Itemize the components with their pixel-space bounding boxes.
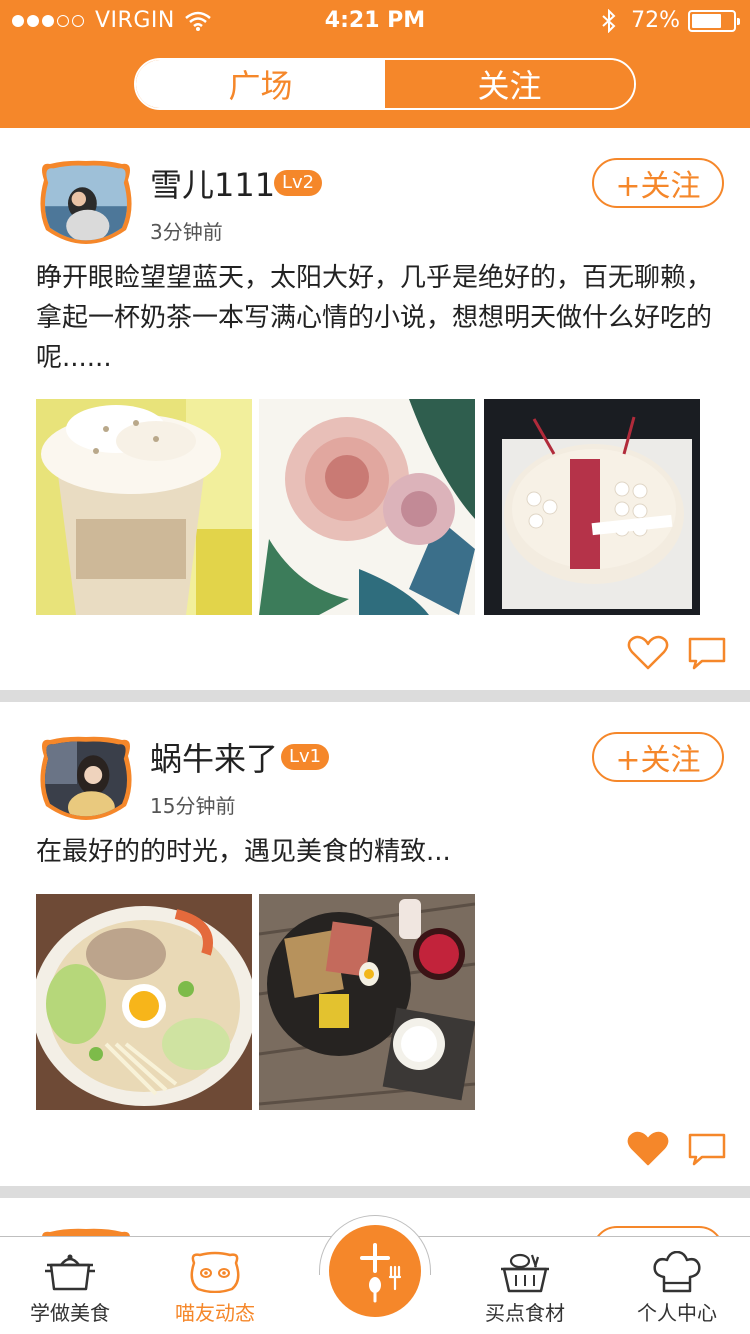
feed-segmented-control: 广场 关注 [134,58,636,110]
level-badge: Lv1 [281,744,330,770]
comment-icon[interactable] [688,1133,726,1167]
post-image[interactable] [36,894,252,1110]
tab-label: 学做美食 [30,1301,110,1325]
post-image[interactable] [36,399,252,615]
tab-label: 个人中心 [637,1301,717,1325]
breakfast-plate-photo [259,894,475,1110]
post-image[interactable] [484,399,700,615]
battery-fill [692,13,721,28]
berry-cake-photo [484,399,700,615]
tab-following[interactable]: 关注 [385,60,634,108]
post-image[interactable] [259,399,475,615]
pot-icon [45,1254,95,1291]
post-text: 睁开眼睑望望蓝天，太阳大好，几乎是绝好的，百无聊赖，拿起一杯奶茶一本写满心情的小… [36,263,713,373]
post-divider [0,690,750,702]
user-avatar[interactable] [36,734,136,820]
status-right: 72% [601,8,740,33]
like-icon-filled[interactable] [627,1131,669,1167]
watercolor-roses-photo [259,399,475,615]
tab-friends-feed[interactable]: 喵友动态 [145,1237,285,1334]
post-divider [0,1186,750,1198]
battery-tip [737,17,740,25]
chef-hat-icon [653,1251,701,1293]
iced-milk-tea-photo [36,399,252,615]
tab-learn-cooking[interactable]: 学做美食 [0,1237,140,1334]
battery-icon [688,9,740,32]
like-icon[interactable] [627,635,669,671]
spoon-fork-plus-icon [360,1243,402,1303]
tab-profile[interactable]: 个人中心 [607,1237,747,1334]
basket-icon [501,1253,549,1293]
comment-icon[interactable] [688,637,726,671]
bluetooth-icon [602,8,616,33]
noodle-soup-photo [36,894,252,1110]
battery-percent: 72% [631,8,680,33]
follow-button[interactable]: +关注 [592,158,724,208]
post-time: 15分钟前 [150,794,236,818]
level-badge: Lv2 [274,170,323,196]
feed-post: 蜗牛来了 Lv1 15分钟前 +关注 在最好的的时光，遇见美食的精致... [0,702,750,1186]
post-text: 在最好的的时光，遇见美食的精致... [36,837,451,867]
feed-post: 雪儿111 Lv2 3分钟前 +关注 睁开眼睑望望蓝天，太阳大好，几乎是绝好的，… [0,128,750,690]
tab-label: 买点食材 [485,1301,565,1325]
post-time: 3分钟前 [150,220,223,244]
user-avatar[interactable] [36,158,136,244]
post-image[interactable] [259,894,475,1110]
username[interactable]: 蜗牛来了 [150,734,278,780]
cat-face-icon [190,1251,240,1293]
username[interactable]: 雪儿111 [150,160,275,206]
app-header: VIRGIN 4:21 PM 72% 广场 关注 [0,0,750,128]
tab-buy-ingredients[interactable]: 买点食材 [455,1237,595,1334]
tab-label: 喵友动态 [175,1301,255,1325]
tab-square[interactable]: 广场 [136,60,385,108]
publish-button[interactable] [329,1225,421,1317]
follow-button[interactable]: +关注 [592,732,724,782]
status-bar: VIRGIN 4:21 PM 72% [0,0,750,40]
bottom-tab-bar: 学做美食 喵友动态 买点食材 个人中心 [0,1215,750,1334]
